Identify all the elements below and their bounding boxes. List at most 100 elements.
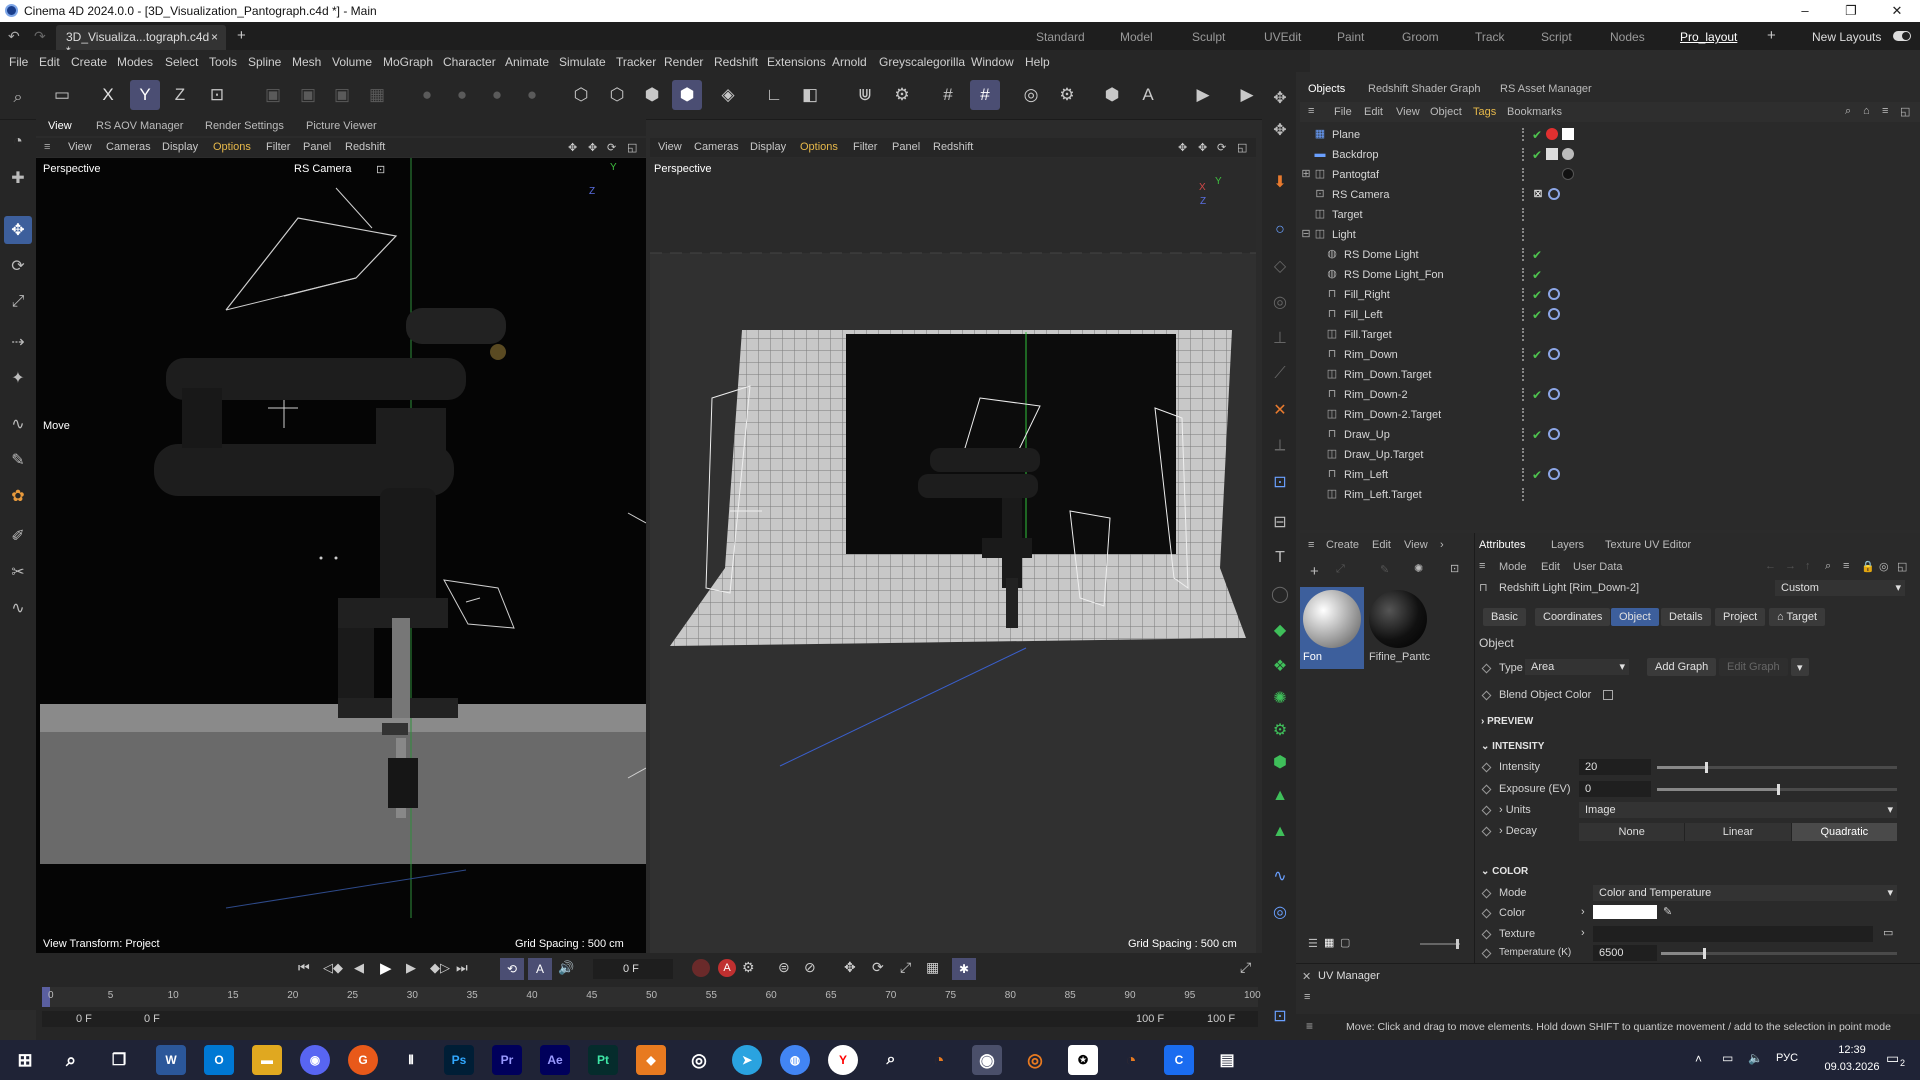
expand-panel-icon[interactable]: ◱ [1897, 560, 1907, 573]
world-axis-icon[interactable]: ✥ [1266, 116, 1294, 144]
spline-sketch-icon[interactable]: ✎ [4, 446, 32, 474]
layout-pro-layout[interactable]: Pro_layout [1680, 30, 1737, 44]
houdini-icon[interactable]: ◎ [1020, 1045, 1050, 1075]
windows-start-icon[interactable]: ⊞ [10, 1045, 40, 1075]
vp1-orbit-icon[interactable]: ⟳ [607, 141, 616, 154]
chrome-icon[interactable]: ◍ [780, 1045, 810, 1075]
home-icon[interactable]: ⌂ [1863, 105, 1870, 117]
attr-menu-edit[interactable]: Edit [1541, 561, 1560, 573]
key-pla-icon[interactable]: ✱ [952, 958, 976, 980]
vp1-dolly-icon[interactable]: ✥ [588, 141, 597, 154]
key-param-icon[interactable]: ▦ [926, 959, 939, 976]
tweak-mode-icon[interactable]: ◈ [713, 80, 743, 110]
minimize-button[interactable]: – [1782, 0, 1828, 22]
menu-help[interactable]: Help [1025, 55, 1050, 69]
search-icon[interactable]: ⌕ [1845, 105, 1851, 118]
text-tool-icon[interactable]: T [1266, 544, 1294, 572]
close-tab-icon[interactable]: × [211, 30, 218, 44]
mat-menu-edit[interactable]: Edit [1372, 539, 1391, 551]
solo-icon[interactable]: ◧ [795, 80, 825, 110]
motion-path-icon[interactable]: ⊘ [804, 959, 816, 976]
subtab-target[interactable]: ⌂ Target [1769, 608, 1826, 626]
object-row-light[interactable]: ⊟ ◫ Light [1300, 225, 1920, 245]
vp2-menu-options[interactable]: Options [800, 141, 838, 153]
tab-redshift-shader-graph[interactable]: Redshift Shader Graph [1368, 83, 1481, 95]
magnet-snap-icon[interactable]: ⋓ [850, 80, 880, 110]
vp1-menu-panel[interactable]: Panel [303, 141, 331, 153]
keyframe-diamond-icon[interactable] [1481, 929, 1492, 940]
hamburger-icon[interactable]: ≡ [44, 141, 50, 153]
quantize-snap-icon[interactable]: # [970, 80, 1000, 110]
transfer-tool-icon[interactable]: ⇢ [4, 328, 32, 356]
material-view-icon[interactable]: ⊡ [1450, 562, 1459, 575]
material-icon[interactable]: ⬢ [1097, 80, 1127, 110]
section-intensity[interactable]: ⌄ INTENSITY [1481, 741, 1544, 752]
range-start-2-label[interactable]: 0 F [144, 1013, 160, 1025]
previous-key-icon[interactable]: ◁◆ [323, 960, 343, 976]
null-icon[interactable]: ◇ [1266, 252, 1294, 280]
autokeying-icon[interactable]: A [718, 959, 736, 977]
edit-graph-button[interactable]: Edit Graph [1719, 658, 1788, 676]
intensity-slider[interactable] [1657, 762, 1897, 773]
layout-uvedit[interactable]: UVEdit [1264, 30, 1301, 44]
search-icon[interactable]: ⌕ [1825, 560, 1831, 573]
link-material-icon[interactable]: ⤢ [1336, 563, 1345, 576]
live-selection-icon[interactable]: ◔ [4, 128, 32, 156]
layout-standard[interactable]: Standard [1036, 30, 1085, 44]
substance-painter-icon[interactable]: Pt [588, 1045, 618, 1075]
ik-icon[interactable]: ⟋ [1266, 360, 1294, 388]
layout-paint[interactable]: Paint [1337, 30, 1364, 44]
camera-dolly-icon[interactable]: ⊟ [1266, 508, 1294, 536]
next-frame-icon[interactable]: ▶ [406, 960, 416, 976]
network-icon[interactable]: ▭ [1722, 1051, 1733, 1065]
tab-view[interactable]: View [48, 120, 72, 132]
redo-icon[interactable]: ↷ [34, 28, 46, 45]
texture-field[interactable] [1593, 926, 1873, 942]
camera-link-icon[interactable]: ⊡ [376, 163, 385, 176]
vp1-menu-view[interactable]: View [68, 141, 92, 153]
spline-icon[interactable]: ∿ [1266, 862, 1294, 890]
brush-tool-icon[interactable]: ✐ [4, 522, 32, 550]
menu-tracker[interactable]: Tracker [616, 55, 656, 69]
play-button[interactable]: ▶ [380, 959, 392, 977]
object-row-fill-left[interactable]: ⊓ Fill_Left ✔ [1300, 305, 1920, 325]
discord-icon[interactable]: ◉ [300, 1045, 330, 1075]
go-to-end-icon[interactable]: ⏭ [456, 960, 468, 976]
add-graph-button[interactable]: Add Graph [1647, 658, 1717, 676]
document-tab[interactable]: 3D_Visualiza...tograph.c4d * × [56, 25, 226, 58]
menu-select[interactable]: Select [165, 55, 198, 69]
subtab-basic[interactable]: Basic [1483, 608, 1526, 626]
blender-2-icon[interactable]: ◔ [1116, 1045, 1146, 1075]
keyframe-diamond-icon[interactable] [1481, 690, 1492, 701]
notification-icon[interactable]: ▭ [1886, 1050, 1899, 1067]
menu-window[interactable]: Window [971, 55, 1014, 69]
layout-script[interactable]: Script [1541, 30, 1572, 44]
color-mode-dropdown[interactable]: Color and Temperature ▾ [1593, 885, 1897, 901]
texture-expand-icon[interactable]: › [1581, 927, 1585, 939]
decay-quadratic-option[interactable]: Quadratic [1790, 823, 1897, 841]
deformer-icon[interactable]: ▲ [1266, 782, 1294, 810]
menu-edit[interactable]: Edit [39, 55, 60, 69]
menu-modes[interactable]: Modes [117, 55, 153, 69]
menu-create[interactable]: Create [71, 55, 107, 69]
viewport-left[interactable]: Perspective RS Camera ⊡ Y Z Move View Tr… [36, 158, 646, 953]
blender-icon[interactable]: ◔ [924, 1045, 954, 1075]
mat-menu-view[interactable]: View [1404, 539, 1428, 551]
object-row-fill-right[interactable]: ⊓ Fill_Right ✔ [1300, 285, 1920, 305]
tab-rs-asset-manager[interactable]: RS Asset Manager [1500, 83, 1592, 95]
maximize-button[interactable]: ❐ [1828, 0, 1874, 22]
preview-size-slider[interactable] [1420, 939, 1460, 949]
telegram-icon[interactable]: ➤ [732, 1045, 762, 1075]
vp2-dolly-icon[interactable]: ✥ [1198, 141, 1207, 154]
object-row-rim-left[interactable]: ⊓ Rim_Left ✔ [1300, 465, 1920, 485]
vp1-menu-redshift[interactable]: Redshift [345, 141, 385, 153]
subtab-object[interactable]: Object [1611, 608, 1659, 626]
vp1-menu-options[interactable]: Options [213, 141, 251, 153]
vp2-menu-panel[interactable]: Panel [892, 141, 920, 153]
tab-texture-uv-editor[interactable]: Texture UV Editor [1605, 539, 1691, 551]
polygons-mode-icon[interactable]: ● [482, 80, 512, 110]
subtab-coordinates[interactable]: Coordinates [1535, 608, 1611, 626]
new-layouts-button[interactable]: New Layouts [1812, 30, 1881, 44]
paint-tool-icon[interactable]: ✿ [4, 482, 32, 510]
menu-volume[interactable]: Volume [332, 55, 372, 69]
